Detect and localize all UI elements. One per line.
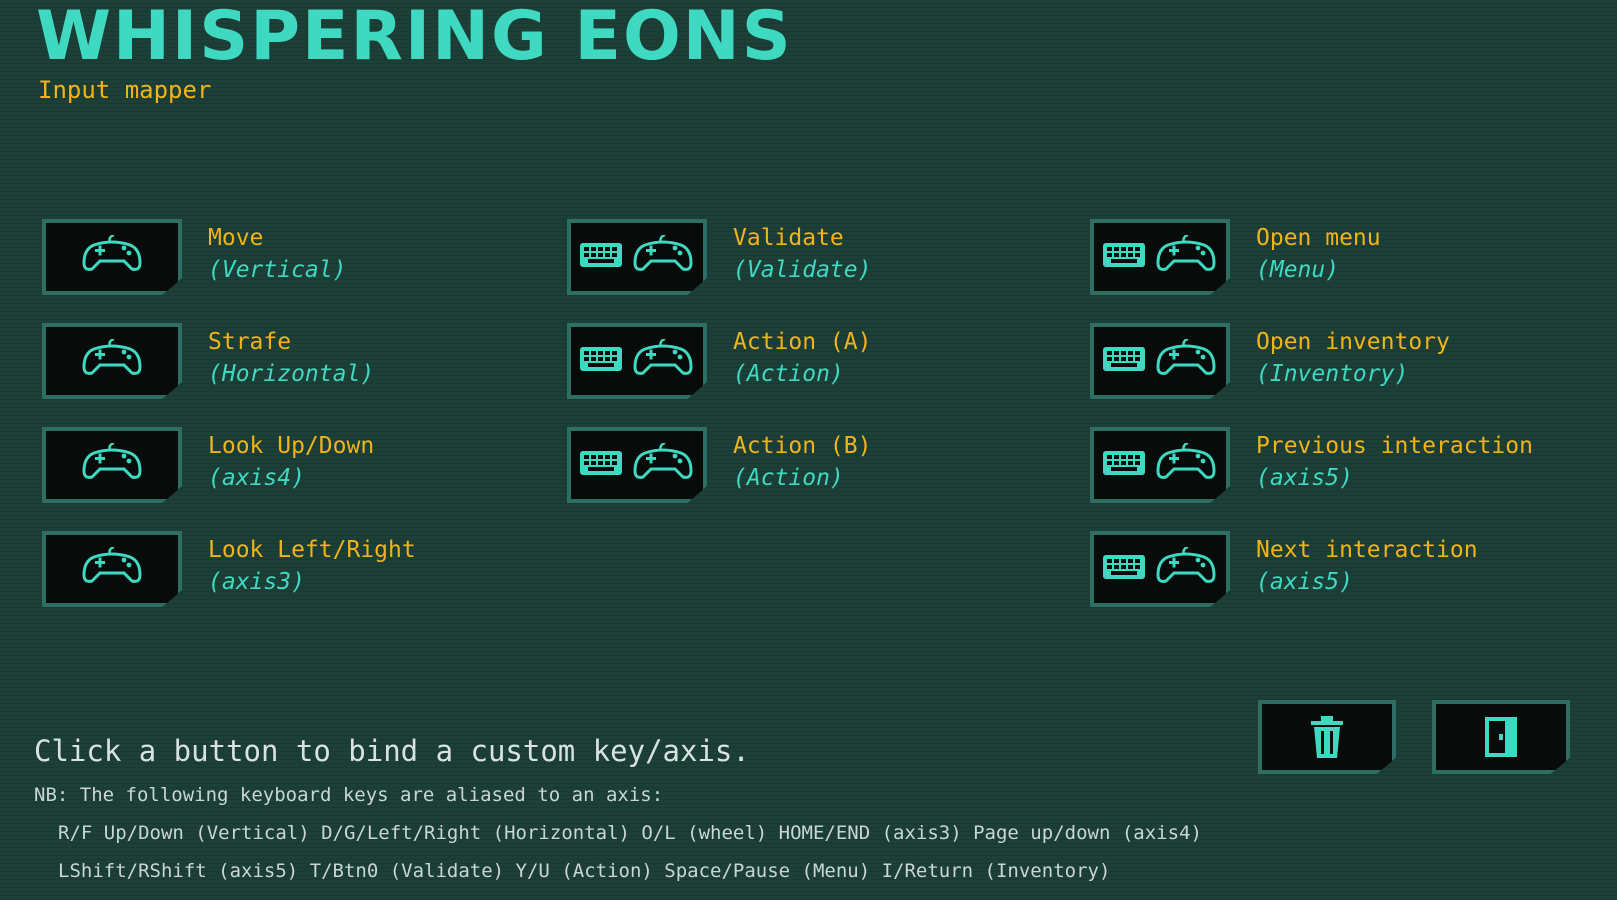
gamepad-icon: [80, 337, 144, 383]
binding-axis: (axis4): [208, 465, 305, 491]
keyboard-icon: [1102, 241, 1146, 273]
binding-axis: (Horizontal): [208, 361, 375, 387]
alias-line: R/F Up/Down (Vertical) D/G/Left/Right (H…: [58, 822, 1202, 844]
keyboard-icon: [1102, 449, 1146, 481]
alias-line: LShift/RShift (axis5) T/Btn0 (Validate) …: [58, 860, 1111, 882]
gamepad-icon: [1154, 545, 1218, 591]
keyboard-icon: [579, 449, 623, 481]
binding-row: Action (B) (Action): [567, 427, 1057, 507]
binding-row: Move (Vertical): [42, 219, 532, 299]
binding-name: Strafe: [208, 329, 292, 355]
binding-name: Action (B): [733, 433, 872, 459]
binding-axis: (axis5): [1256, 569, 1353, 595]
clear-bindings-button[interactable]: [1258, 700, 1396, 774]
binding-name: Move: [208, 225, 264, 251]
bind-button[interactable]: [42, 531, 182, 607]
binding-axis: (axis3): [208, 569, 305, 595]
binding-axis: (Inventory): [1256, 361, 1409, 387]
gamepad-icon: [1154, 441, 1218, 487]
binding-row: Strafe (Horizontal): [42, 323, 532, 403]
binding-name: Validate: [733, 225, 844, 251]
keyboard-icon: [1102, 345, 1146, 377]
binding-axis: (Menu): [1256, 257, 1340, 283]
keyboard-icon: [579, 345, 623, 377]
binding-name: Next interaction: [1256, 537, 1478, 563]
binding-row: Look Up/Down (axis4): [42, 427, 532, 507]
binding-name: Action (A): [733, 329, 872, 355]
bind-button[interactable]: [567, 219, 707, 295]
binding-row: Action (A) (Action): [567, 323, 1057, 403]
gamepad-icon: [80, 233, 144, 279]
exit-button[interactable]: [1432, 700, 1570, 774]
binding-row: Look Left/Right (axis3): [42, 531, 532, 611]
binding-name: Previous interaction: [1256, 433, 1533, 459]
exit-door-icon: [1485, 717, 1517, 757]
bind-button[interactable]: [1090, 427, 1230, 503]
binding-name: Open menu: [1256, 225, 1381, 251]
keyboard-icon: [1102, 553, 1146, 585]
bind-button[interactable]: [42, 427, 182, 503]
binding-axis: (axis5): [1256, 465, 1353, 491]
alias-note: NB: The following keyboard keys are alia…: [34, 784, 664, 806]
gamepad-icon: [80, 441, 144, 487]
binding-axis: (Vertical): [208, 257, 347, 283]
gamepad-icon: [1154, 337, 1218, 383]
bind-button[interactable]: [1090, 219, 1230, 295]
binding-row: Validate (Validate): [567, 219, 1057, 299]
gamepad-icon: [631, 337, 695, 383]
game-title: WHISPERING EONS: [36, 0, 793, 76]
bind-button[interactable]: [1090, 531, 1230, 607]
gamepad-icon: [80, 545, 144, 591]
gamepad-icon: [1154, 233, 1218, 279]
bind-button[interactable]: [567, 427, 707, 503]
binding-name: Look Up/Down: [208, 433, 375, 459]
instruction-text: Click a button to bind a custom key/axis…: [34, 734, 750, 768]
gamepad-icon: [631, 441, 695, 487]
binding-axis: (Validate): [733, 257, 872, 283]
bind-button[interactable]: [567, 323, 707, 399]
bind-button[interactable]: [42, 219, 182, 295]
binding-name: Look Left/Right: [208, 537, 416, 563]
bind-button[interactable]: [1090, 323, 1230, 399]
binding-axis: (Action): [733, 361, 844, 387]
binding-axis: (Action): [733, 465, 844, 491]
bind-button[interactable]: [42, 323, 182, 399]
binding-row: Next interaction (axis5): [1090, 531, 1580, 611]
binding-name: Open inventory: [1256, 329, 1450, 355]
binding-row: Open menu (Menu): [1090, 219, 1580, 299]
trash-icon: [1311, 716, 1343, 758]
screen-subtitle: Input mapper: [38, 76, 212, 104]
binding-row: Previous interaction (axis5): [1090, 427, 1580, 507]
keyboard-icon: [579, 241, 623, 273]
gamepad-icon: [631, 233, 695, 279]
binding-row: Open inventory (Inventory): [1090, 323, 1580, 403]
